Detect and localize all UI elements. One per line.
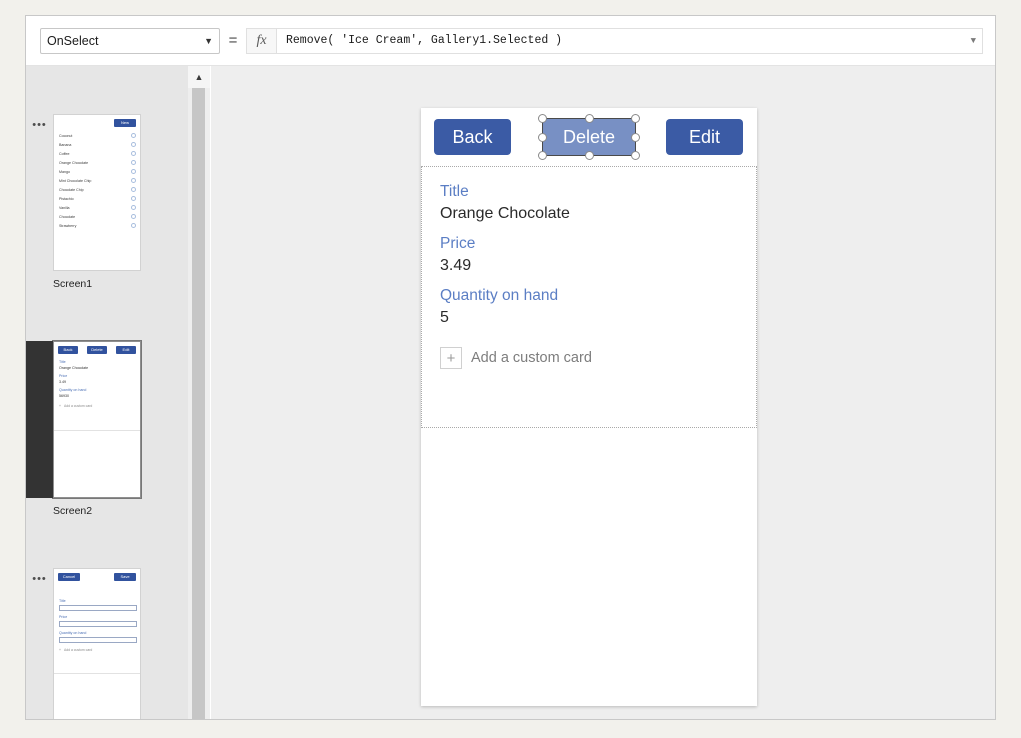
mini-field-value: Orange Chocolate xyxy=(59,366,89,370)
screen2-thumbnail-wrap[interactable]: Back Delete Edit Title Orange Chocolate … xyxy=(53,341,141,517)
screen3-context-menu-icon[interactable]: ••• xyxy=(26,568,53,719)
mini-list-item: Mint Chocolate Chip xyxy=(59,179,92,183)
mini-chevron-icon xyxy=(131,214,136,219)
screen1-context-menu-icon[interactable]: ••• xyxy=(26,114,53,290)
screen2-canvas[interactable]: Back Delete Edit Title Orange Chocolate xyxy=(421,108,757,706)
fx-icon: fx xyxy=(246,27,276,54)
mini-field-label: Title xyxy=(59,360,66,364)
mini-chevron-icon xyxy=(131,151,136,156)
expand-formula-chevron-down-icon[interactable]: ▼ xyxy=(971,36,976,46)
mini-field-label: Quantity on hand xyxy=(59,388,87,392)
mini-list-item: Vanilla xyxy=(59,206,70,210)
formula-text: Remove( 'Ice Cream', Gallery1.Selected ) xyxy=(286,34,563,47)
mini-list-item: Chocolate Chip xyxy=(59,188,84,192)
mini-add-custom-card: Add a custom card xyxy=(64,648,93,652)
mini-cancel-button: Cancel xyxy=(58,573,80,581)
mini-save-button: Save xyxy=(114,573,136,581)
screen3-thumbnail-wrap[interactable]: Cancel Save Title Price Quantity on hand… xyxy=(53,568,141,719)
mini-chevron-icon xyxy=(131,133,136,138)
mini-chevron-icon xyxy=(131,223,136,228)
display-form[interactable]: Title Orange Chocolate Price 3.49 Quanti… xyxy=(421,166,757,428)
resize-handle-bottom-center[interactable] xyxy=(584,151,594,160)
resize-handle-bottom-left[interactable] xyxy=(538,151,547,160)
screen-thumbnail-row-1[interactable]: ••• New Coconut Banana Coffee Orange Cho… xyxy=(26,114,188,290)
mini-quantity-input xyxy=(59,637,137,643)
mini-field-label: Price xyxy=(59,374,68,378)
resize-handle-bottom-right[interactable] xyxy=(631,151,640,160)
selection-handles xyxy=(538,114,640,160)
mini-plus-icon: + xyxy=(59,648,61,652)
mini-field-label: Quantity on hand xyxy=(59,631,87,635)
screen-thumbnail-row-2[interactable]: ••• Back Delete Edit Title Orange Chocol… xyxy=(26,341,188,517)
resize-handle-top-center[interactable] xyxy=(584,114,594,123)
mini-field-label: Title xyxy=(59,599,66,603)
mini-list-item: Mango xyxy=(59,170,70,174)
mini-divider xyxy=(54,430,140,431)
back-button[interactable]: Back xyxy=(434,119,511,155)
screen2-context-menu-icon[interactable]: ••• xyxy=(26,341,53,517)
mini-title-input xyxy=(59,605,137,611)
screen1-label: Screen1 xyxy=(53,278,93,290)
resize-handle-top-right[interactable] xyxy=(631,114,640,123)
mini-list-item: Chocolate xyxy=(59,215,76,219)
mini-back-button: Back xyxy=(58,346,78,354)
price-field-label: Price xyxy=(440,235,476,252)
property-dropdown-value: OnSelect xyxy=(47,33,99,48)
mini-chevron-icon xyxy=(131,142,136,147)
mini-edit-button: Edit xyxy=(116,346,136,354)
scroll-up-chevron-icon[interactable]: ▲ xyxy=(188,66,210,88)
mini-chevron-icon xyxy=(131,169,136,174)
mini-chevron-icon xyxy=(131,205,136,210)
title-field-label: Title xyxy=(440,183,469,200)
screens-tree-pane: ••• New Coconut Banana Coffee Orange Cho… xyxy=(26,66,188,719)
equals-sign: = xyxy=(228,32,238,49)
mini-chevron-icon xyxy=(131,160,136,165)
mini-list-item: Orange Chocolate xyxy=(59,161,89,165)
mini-field-value: 3.49 xyxy=(59,380,66,384)
mini-list-item: Pistachio xyxy=(59,197,74,201)
add-custom-card-button[interactable]: + Add a custom card xyxy=(440,347,738,369)
chevron-down-icon: ▼ xyxy=(204,35,213,46)
mini-chevron-icon xyxy=(131,178,136,183)
mini-plus-icon: + xyxy=(59,404,61,408)
resize-handle-middle-left[interactable] xyxy=(538,132,547,142)
mini-delete-button: Delete xyxy=(87,346,107,354)
price-field-value: 3.49 xyxy=(440,257,472,274)
screen-toolbar: Back Delete Edit xyxy=(421,108,757,166)
title-field-value: Orange Chocolate xyxy=(440,205,570,222)
screen2-thumbnail[interactable]: Back Delete Edit Title Orange Chocolate … xyxy=(53,341,141,498)
screen-thumbnail-row-3[interactable]: ••• Cancel Save Title Price Quantity on … xyxy=(26,568,188,719)
property-dropdown[interactable]: OnSelect ▼ xyxy=(40,27,220,54)
mini-chevron-icon xyxy=(131,187,136,192)
formula-input[interactable]: Remove( 'Ice Cream', Gallery1.Selected )… xyxy=(276,27,983,54)
mini-price-input xyxy=(59,621,137,627)
mini-list-item: Coffee xyxy=(59,152,70,156)
mini-field-label: Price xyxy=(59,615,68,619)
formula-bar: OnSelect ▼ = fx Remove( 'Ice Cream', Gal… xyxy=(26,16,995,66)
quantity-field-value: 5 xyxy=(440,309,449,326)
powerapps-studio-window: OnSelect ▼ = fx Remove( 'Ice Cream', Gal… xyxy=(25,15,996,720)
mini-list-item: Banana xyxy=(59,143,72,147)
app-canvas: Back Delete Edit Title Orange Chocolate xyxy=(211,66,995,719)
add-custom-card-label: Add a custom card xyxy=(471,350,592,366)
mini-list-item: Coconut xyxy=(59,134,73,138)
resize-handle-top-left[interactable] xyxy=(538,114,547,123)
mini-field-value: 56930 xyxy=(59,394,69,398)
screen3-thumbnail[interactable]: Cancel Save Title Price Quantity on hand… xyxy=(53,568,141,719)
tree-pane-scrollbar[interactable]: ▲ xyxy=(188,66,210,719)
plus-icon: + xyxy=(440,347,462,369)
screen1-thumbnail[interactable]: New Coconut Banana Coffee Orange Chocola… xyxy=(53,114,141,271)
scrollbar-thumb[interactable] xyxy=(192,88,205,719)
mini-chevron-icon xyxy=(131,196,136,201)
mini-divider xyxy=(54,673,140,674)
resize-handle-middle-right[interactable] xyxy=(631,132,640,142)
quantity-field-label: Quantity on hand xyxy=(440,287,559,304)
scrollbar-track[interactable] xyxy=(188,88,210,719)
edit-button[interactable]: Edit xyxy=(666,119,743,155)
mini-add-custom-card: Add a custom card xyxy=(64,404,93,408)
screen1-thumbnail-wrap[interactable]: New Coconut Banana Coffee Orange Chocola… xyxy=(53,114,141,290)
screen2-label: Screen2 xyxy=(53,505,93,517)
mini-new-button: New xyxy=(114,119,136,127)
mini-list-item: Strawberry xyxy=(59,224,77,228)
